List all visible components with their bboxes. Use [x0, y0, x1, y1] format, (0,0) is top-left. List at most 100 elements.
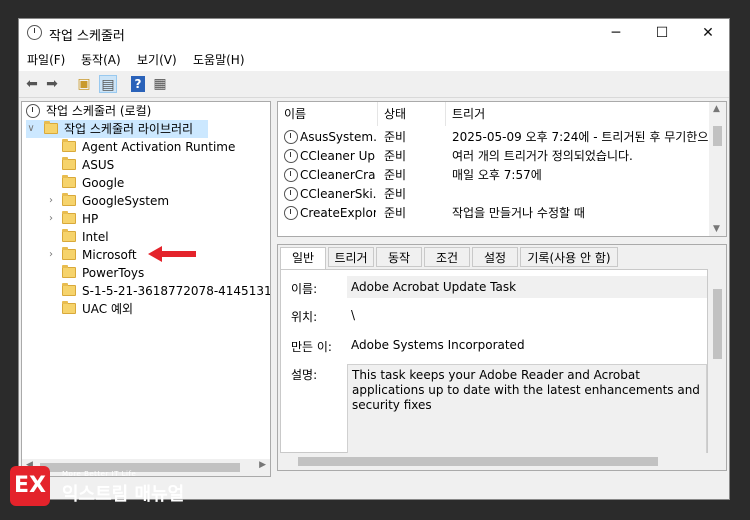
menu-file[interactable]: 파일(F) — [27, 51, 65, 68]
detail-horizontal-scrollbar[interactable] — [280, 453, 708, 470]
tree-folder-label: UAC 예외 — [82, 302, 134, 316]
clock-icon — [284, 168, 298, 182]
folder-clock-icon — [44, 121, 58, 134]
task-status: 준비 — [384, 168, 407, 182]
tree-folder-label: Google — [82, 176, 125, 190]
menu-help[interactable]: 도움말(H) — [193, 51, 245, 68]
table-row[interactable]: CCleaner Up... 준비 여러 개의 트리거가 정의되었습니다. — [278, 147, 708, 165]
name-field[interactable]: Adobe Acrobat Update Task — [347, 276, 707, 298]
table-row[interactable]: CreateExplor... 준비 작업을 만들거나 수정할 때 — [278, 204, 708, 222]
clock-icon — [284, 187, 298, 201]
tab-settings[interactable]: 설정 — [472, 247, 518, 267]
folder-icon — [62, 247, 76, 260]
description-label: 설명: — [291, 368, 318, 382]
title-bar: 작업 스케줄러 ─ ☐ ✕ — [19, 19, 729, 47]
window-title: 작업 스케줄러 — [49, 29, 125, 44]
folder-icon — [62, 301, 76, 314]
tab-triggers[interactable]: 트리거 — [328, 247, 374, 267]
folder-icon — [62, 211, 76, 224]
help-icon[interactable]: ? — [131, 76, 145, 92]
clock-icon — [26, 104, 40, 118]
tree-folder-label: Intel — [82, 230, 109, 244]
scroll-thumb[interactable] — [713, 126, 722, 146]
task-scheduler-icon — [27, 25, 42, 40]
folder-icon — [62, 283, 76, 296]
column-status[interactable]: 상태 — [378, 102, 446, 126]
list-vertical-scrollbar[interactable]: ▲ ▼ — [709, 102, 726, 236]
toolbar: ⬅ ➡ ▣ ▤ ? ▦ — [19, 71, 729, 98]
tree-folder-label: Agent Activation Runtime — [82, 140, 236, 154]
detail-vertical-scrollbar[interactable] — [709, 269, 726, 453]
menu-view[interactable]: 보기(V) — [137, 51, 177, 68]
scroll-down-icon[interactable]: ▼ — [713, 224, 720, 234]
task-status: 준비 — [384, 187, 407, 201]
tab-conditions[interactable]: 조건 — [424, 247, 470, 267]
folder-icon — [62, 229, 76, 242]
back-icon[interactable]: ⬅ — [23, 75, 41, 93]
view-icon[interactable]: ▦ — [151, 75, 169, 93]
menu-action[interactable]: 동작(A) — [81, 51, 121, 68]
task-scheduler-window: 작업 스케줄러 ─ ☐ ✕ 파일(F) 동작(A) 보기(V) 도움말(H) ⬅… — [18, 18, 730, 500]
logo-mark: EX — [10, 466, 50, 506]
navigation-tree: 작업 스케줄러 (로컬) ∨ 작업 스케줄러 라이브러리 Agent Activ… — [21, 101, 271, 477]
tree-folder-label: Microsoft — [82, 248, 137, 262]
description-field[interactable]: This task keeps your Adobe Reader and Ac… — [347, 364, 707, 454]
clock-icon — [284, 130, 298, 144]
tree-library-label: 작업 스케줄러 라이브러리 — [64, 122, 194, 136]
folder-icon — [62, 139, 76, 152]
author-field[interactable]: Adobe Systems Incorporated — [347, 334, 707, 356]
tree-folder-label: ASUS — [82, 158, 115, 172]
site-logo: EX More Better IT Life 익스트림 매뉴얼 — [10, 466, 210, 510]
folder-icon — [62, 265, 76, 278]
logo-tagline: More Better IT Life — [62, 470, 137, 478]
task-trigger: 매일 오후 7:57에 — [452, 168, 542, 182]
task-list: 이름 상태 트리거 AsusSystem... 준비 2025-05-09 오후 7… — [277, 101, 727, 237]
tab-general[interactable]: 일반 — [280, 247, 326, 269]
clock-icon — [284, 206, 298, 220]
task-trigger: 작업을 만들거나 수정할 때 — [452, 206, 585, 220]
tree-folder-label: GoogleSystem — [82, 194, 170, 208]
chevron-right-icon[interactable]: › — [46, 246, 56, 264]
folder-up-icon[interactable]: ▣ — [75, 75, 93, 93]
scroll-right-icon[interactable]: ▶ — [259, 460, 266, 470]
logo-name: 익스트림 매뉴얼 — [62, 484, 185, 505]
tree-folder-label: HP — [82, 212, 99, 226]
folder-icon — [62, 157, 76, 170]
task-name: CCleanerCra... — [300, 168, 376, 182]
task-trigger: 여러 개의 트리거가 정의되었습니다. — [452, 149, 633, 163]
scroll-thumb[interactable] — [298, 457, 658, 466]
location-label: 위치: — [291, 310, 318, 324]
minimize-button[interactable]: ─ — [593, 19, 639, 47]
tree-folder-label: S-1-5-21-3618772078-41451318 — [82, 284, 271, 298]
menu-bar: 파일(F) 동작(A) 보기(V) 도움말(H) — [19, 47, 729, 71]
task-name: CreateExplor... — [300, 206, 376, 220]
folder-icon — [62, 193, 76, 206]
chevron-right-icon[interactable]: › — [46, 192, 56, 210]
maximize-button[interactable]: ☐ — [639, 19, 685, 47]
scroll-up-icon[interactable]: ▲ — [713, 104, 720, 114]
task-name: CCleaner Up... — [300, 149, 376, 163]
close-button[interactable]: ✕ — [685, 19, 731, 47]
task-status: 준비 — [384, 206, 407, 220]
tab-actions[interactable]: 동작 — [376, 247, 422, 267]
tree-library[interactable]: ∨ 작업 스케줄러 라이브러리 — [26, 120, 208, 138]
chevron-right-icon[interactable]: › — [46, 210, 56, 228]
clock-icon — [284, 149, 298, 163]
author-label: 만든 이: — [291, 340, 332, 354]
table-row[interactable]: CCleanerSki... 준비 — [278, 185, 708, 203]
task-name: CCleanerSki... — [300, 187, 376, 201]
task-status: 준비 — [384, 130, 407, 144]
table-row[interactable]: AsusSystem... 준비 2025-05-09 오후 7:24에 - 트리거… — [278, 128, 708, 146]
folder-icon — [62, 175, 76, 188]
column-name[interactable]: 이름 — [278, 102, 378, 126]
scroll-thumb[interactable] — [713, 289, 722, 359]
column-trigger[interactable]: 트리거 — [446, 102, 710, 126]
location-field[interactable]: \ — [347, 304, 707, 326]
tab-history[interactable]: 기록(사용 안 함) — [520, 247, 618, 267]
forward-icon[interactable]: ➡ — [43, 75, 61, 93]
task-trigger: 2025-05-09 오후 7:24에 - 트리거된 후 무기한으 — [452, 130, 708, 144]
tree-root-label: 작업 스케줄러 (로컬) — [46, 104, 152, 118]
chevron-down-icon[interactable]: ∨ — [26, 120, 36, 138]
show-hide-panel-icon[interactable]: ▤ — [99, 75, 117, 93]
table-row[interactable]: CCleanerCra... 준비 매일 오후 7:57에 — [278, 166, 708, 184]
